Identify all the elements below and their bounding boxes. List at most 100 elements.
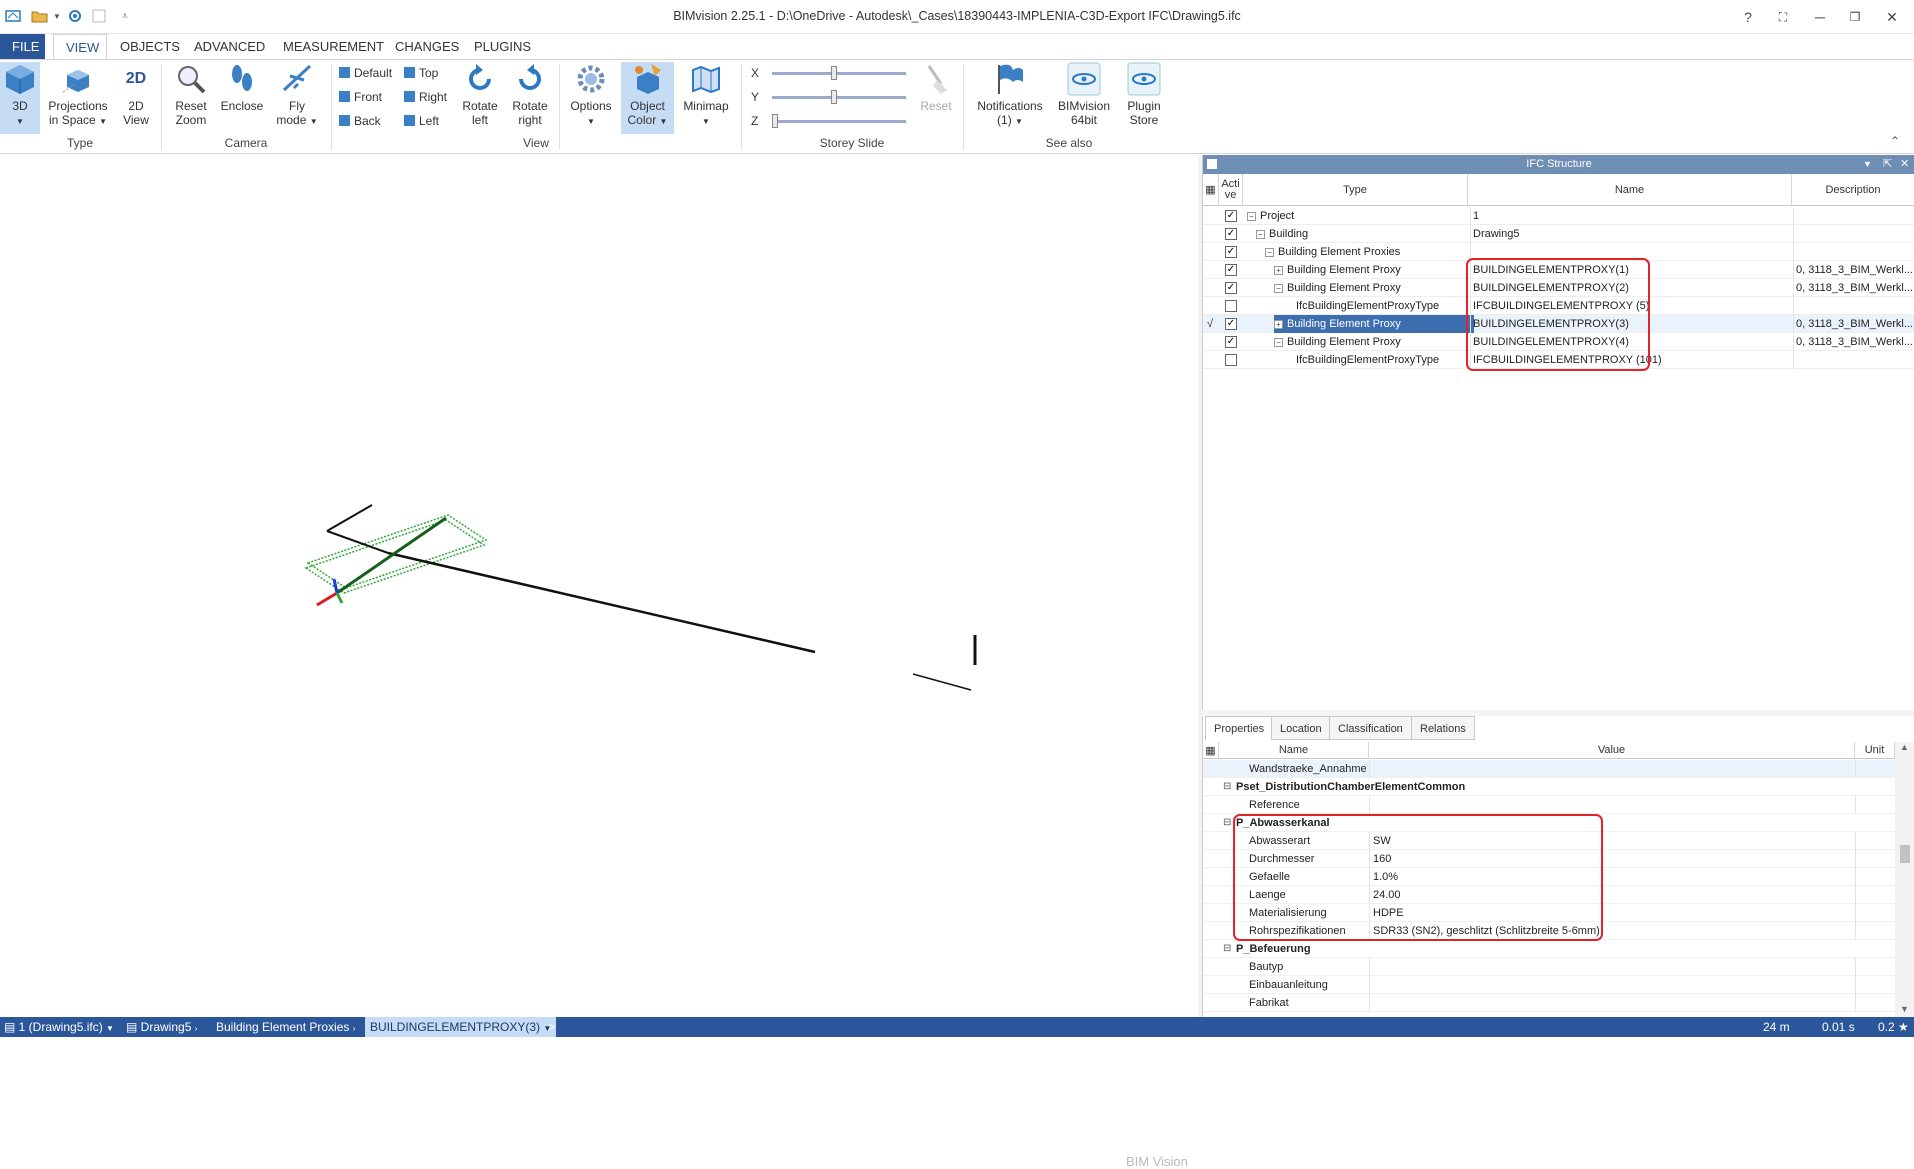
column-active[interactable]: Acti ve (1219, 174, 1243, 206)
property-row[interactable]: Wandstraeke_Annahme (1203, 760, 1895, 778)
view-right-button[interactable]: Right (404, 88, 447, 106)
breadcrumb-drawing-label: Drawing5 (140, 1020, 192, 1034)
column-description[interactable]: Description (1792, 174, 1914, 206)
collapse-icon[interactable]: ⊟ (1223, 778, 1235, 796)
breadcrumb-more[interactable]: > (548, 1020, 555, 1034)
slider-thumb[interactable] (831, 90, 837, 104)
collapse-icon[interactable]: − (1265, 248, 1274, 257)
tab-relations[interactable]: Relations (1411, 716, 1475, 740)
rotate-left-button[interactable]: Rotate left (458, 62, 502, 127)
view-left-button[interactable]: Left (404, 112, 439, 130)
notifications-button[interactable]: Notifications (1) ▼ (970, 62, 1050, 129)
bimvision-64bit-button[interactable]: BIMvision 64bit (1054, 62, 1114, 127)
collapse-icon[interactable]: ⊟ (1223, 940, 1235, 958)
slider-thumb[interactable] (772, 114, 778, 128)
active-checkbox[interactable]: ✓ (1225, 246, 1237, 258)
tree-row[interactable]: ✓ − Building Drawing5 (1203, 225, 1914, 243)
fullscreen-icon[interactable]: ⛶ (1768, 6, 1798, 28)
tab-classification[interactable]: Classification (1329, 716, 1412, 740)
plugin-store-button[interactable]: Plugin Store (1120, 62, 1168, 127)
minimize-button[interactable]: ─ (1805, 6, 1835, 28)
collapse-icon[interactable]: − (1274, 338, 1283, 347)
object-color-button[interactable]: Object Color ▼ (621, 62, 674, 134)
scroll-up-icon[interactable]: ▲ (1900, 742, 1909, 752)
tab-view[interactable]: VIEW (53, 34, 107, 60)
enclose-button[interactable]: Enclose (218, 62, 266, 113)
panel-menu-icon[interactable] (1207, 159, 1217, 169)
reset-zoom-button[interactable]: Reset Zoom (167, 62, 215, 127)
property-row[interactable]: Reference (1203, 796, 1895, 814)
tree-type-cell: IfcBuildingElementProxyType (1283, 297, 1468, 315)
column-prop-value[interactable]: Value (1369, 742, 1855, 759)
active-checkbox[interactable]: ✓ (1225, 318, 1237, 330)
slider-thumb[interactable] (831, 66, 837, 80)
view-top-button[interactable]: Top (404, 64, 438, 82)
active-checkbox[interactable]: ✓ (1225, 336, 1237, 348)
property-group-row[interactable]: ⊟ P_Befeuerung (1203, 940, 1895, 958)
minimap-button[interactable]: Minimap ▼ (680, 62, 732, 129)
property-row[interactable]: Fabrikat (1203, 994, 1895, 1012)
view-3d-button[interactable]: 3D ▼ (0, 62, 40, 134)
active-checkbox[interactable] (1225, 300, 1237, 312)
storey-reset-button[interactable]: Reset (916, 62, 956, 113)
3d-viewport[interactable]: BIM Vision (0, 155, 1198, 1169)
collapse-icon[interactable]: − (1274, 284, 1283, 293)
collapse-icon[interactable]: − (1247, 212, 1256, 221)
view-front-button[interactable]: Front (339, 88, 382, 106)
rotate-right-button[interactable]: Rotate right (508, 62, 552, 127)
scroll-down-icon[interactable]: ▼ (1900, 1004, 1909, 1014)
pin-icon[interactable]: ⇱ (1883, 155, 1892, 174)
expand-icon[interactable]: + (1274, 320, 1283, 329)
column-chooser-icon[interactable]: ▦ (1203, 742, 1219, 759)
tab-properties[interactable]: Properties (1205, 716, 1274, 740)
tree-description-cell: 0, 3118_3_BIM_Werkl... (1793, 315, 1914, 333)
property-group-row[interactable]: ⊟ Pset_DistributionChamberElementCommon (1203, 778, 1895, 796)
view-back-button[interactable]: Back (339, 112, 381, 130)
column-prop-name[interactable]: Name (1219, 742, 1369, 759)
breadcrumb-current[interactable]: BUILDINGELEMENTPROXY(3) ▼ (365, 1017, 557, 1037)
close-button[interactable]: ✕ (1877, 6, 1907, 28)
active-checkbox[interactable]: ✓ (1225, 282, 1237, 294)
help-icon[interactable]: ? (1733, 6, 1763, 28)
bimvision-64bit-label-2: 64bit (1070, 113, 1098, 127)
column-type[interactable]: Type (1243, 174, 1468, 206)
fly-mode-button[interactable]: Fly mode ▼ (272, 62, 322, 129)
property-row[interactable]: Bautyp (1203, 958, 1895, 976)
property-row[interactable]: Einbauanleitung (1203, 976, 1895, 994)
breadcrumb-proxies[interactable]: Building Element Proxies › (216, 1020, 355, 1034)
tab-objects[interactable]: OBJECTS (108, 34, 192, 60)
expand-icon[interactable]: + (1274, 266, 1283, 275)
tab-advanced[interactable]: ADVANCED (182, 34, 277, 60)
storey-slider-y[interactable] (772, 89, 906, 105)
view-2d-button[interactable]: 2D 2D View (116, 62, 156, 127)
scrollbar-thumb[interactable] (1900, 845, 1910, 863)
restore-button[interactable]: ❐ (1840, 6, 1870, 28)
projections-button[interactable]: Projections in Space ▼ (44, 62, 112, 129)
column-chooser-icon[interactable]: ▦ (1203, 174, 1219, 206)
column-name[interactable]: Name (1468, 174, 1792, 206)
tree-row[interactable]: ✓ − Project 1 (1203, 207, 1914, 225)
storey-slider-z[interactable] (772, 113, 906, 129)
tab-measurement[interactable]: MEASUREMENT (271, 34, 396, 60)
storey-slider-x[interactable] (772, 65, 906, 81)
active-checkbox[interactable] (1225, 354, 1237, 366)
tab-changes[interactable]: CHANGES (383, 34, 471, 60)
model-scene[interactable] (0, 155, 1198, 1017)
options-button[interactable]: Options ▼ (566, 62, 616, 129)
active-checkbox[interactable]: ✓ (1225, 228, 1237, 240)
tab-file[interactable]: FILE (0, 34, 45, 60)
tab-location[interactable]: Location (1271, 716, 1331, 740)
vertical-scrollbar[interactable]: ▲ ▼ (1895, 742, 1914, 1017)
object-color-label: Object (630, 99, 665, 113)
collapse-ribbon-icon[interactable]: ⌃ (1890, 134, 1900, 148)
tab-plugins[interactable]: PLUGINS (462, 34, 543, 60)
dropdown-icon[interactable]: ▼ (1863, 155, 1872, 174)
close-panel-icon[interactable]: ✕ (1900, 155, 1909, 174)
active-checkbox[interactable]: ✓ (1225, 210, 1237, 222)
active-checkbox[interactable]: ✓ (1225, 264, 1237, 276)
column-prop-unit[interactable]: Unit (1855, 742, 1895, 759)
view-default-button[interactable]: Default (339, 64, 392, 82)
status-file[interactable]: ▤ 1 (Drawing5.ifc) ▼ (4, 1020, 114, 1034)
collapse-icon[interactable]: − (1256, 230, 1265, 239)
breadcrumb-drawing[interactable]: ▤ Drawing5 › (126, 1020, 197, 1034)
